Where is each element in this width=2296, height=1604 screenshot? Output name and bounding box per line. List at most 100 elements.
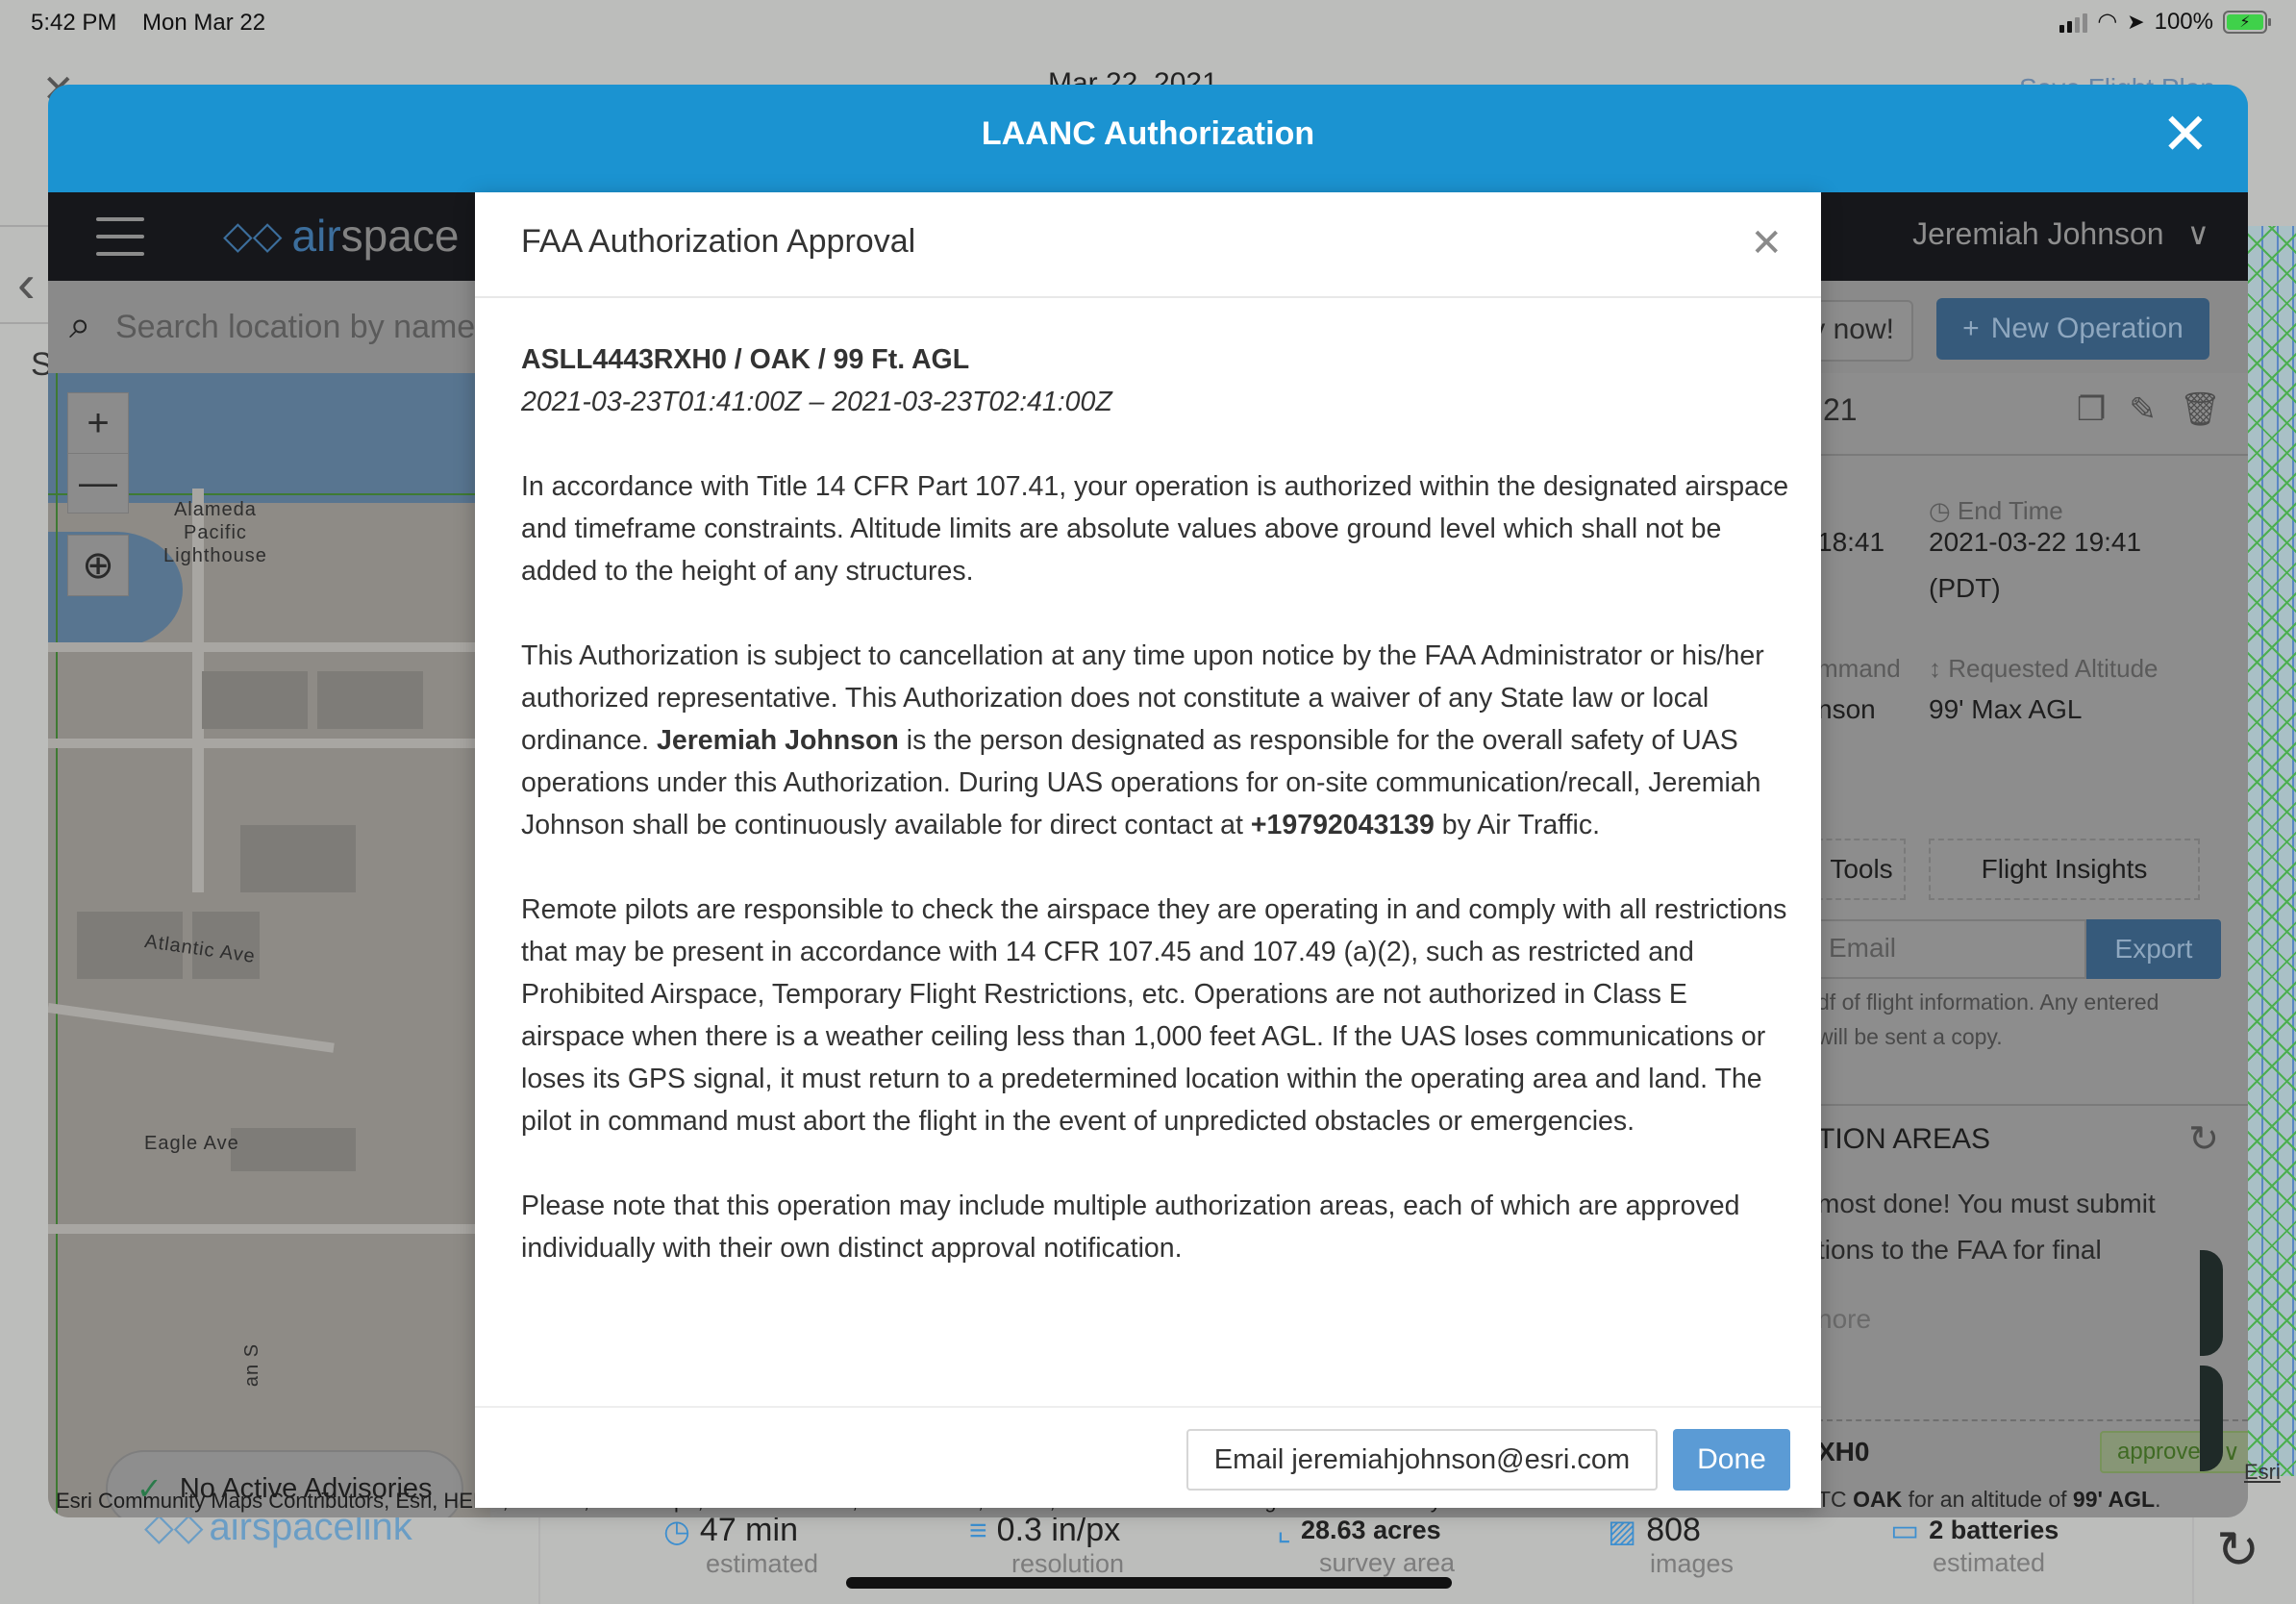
faa-approval-dialog: FAA Authorization Approval ✕ ASLL4443RXH… [475,192,1821,1508]
clock-icon: ◷ [663,1513,690,1548]
laanc-title: LAANC Authorization [981,115,1315,152]
map-building [240,825,356,892]
user-menu[interactable]: Jeremiah Johnson ∨ [1912,215,2209,252]
stat-label: survey area [1319,1548,1456,1577]
zoom-in-button[interactable]: + [68,393,128,453]
side-tab[interactable] [2200,1250,2223,1356]
esri-link[interactable]: Esri [2244,1460,2281,1485]
map-street-label: Eagle Ave [144,1133,239,1154]
end-time-value: 2021-03-22 19:41 (PDT) [1929,519,2141,612]
resolution-icon: ≡ [969,1513,987,1547]
authorization-paragraph: In accordance with Title 14 CFR Part 107… [521,471,1789,587]
note-line: tions to the FAA for final [1817,1235,2102,1265]
search-icon: ⌕ [69,304,91,346]
desc-altitude: 99' AGL [2072,1487,2156,1512]
flight-insights-button[interactable]: Flight Insights [1929,839,2200,900]
locate-control: ⊕ [67,535,129,596]
close-icon[interactable]: ✕ [2161,106,2209,163]
hamburger-menu-icon[interactable] [96,217,144,256]
map-view[interactable]: Alameda Pacific Lighthouse Atlantic Ave … [48,373,490,1517]
map-poi-label: Alameda Pacific Lighthouse [163,498,267,567]
map-road [48,642,490,652]
map-road [48,1003,335,1053]
new-operation-label: New Operation [1990,313,2184,344]
export-note: df of flight information. Any entered wi… [1817,985,2231,1054]
vertical-arrows-icon: ↕ [1929,654,1949,683]
submission-note: most done! You must submit tions to the … [1817,1181,2156,1273]
altitude-value: 99' Max AGL [1929,694,2083,724]
dialog-title: FAA Authorization Approval [521,223,916,260]
logo-text-part2: space [340,211,460,261]
copy-icon[interactable]: ❐ [2077,390,2106,429]
stat-survey-area: ⌞ 28.63 acres survey area [1277,1512,1455,1578]
plus-icon: + [1962,313,1980,344]
authorization-paragraph: Remote pilots are responsible to check t… [521,894,1787,1137]
desc-text: for an altitude of [1902,1487,2073,1512]
status-time: 5:42 PM [31,10,117,36]
map-boundary-line [56,373,58,1517]
images-icon: ▨ [1608,1513,1637,1548]
status-badge[interactable]: approved ∨ [2100,1431,2248,1473]
dialog-body: ASLL4443RXH0 / OAK / 99 Ft. AGL 2021-03-… [521,338,1790,1312]
refresh-icon[interactable]: ↻ [2188,1117,2219,1161]
tools-button[interactable]: Tools [1817,839,1906,900]
map-road [48,739,490,748]
operation-date: 21 [1823,392,1858,427]
stat-images: ▨ 808 images [1608,1512,1734,1579]
edit-icon[interactable]: ✎ [2129,390,2157,429]
trash-icon[interactable]: 🗑︎ [2180,390,2221,429]
done-button[interactable]: Done [1673,1429,1790,1491]
cellular-signal-icon [2059,12,2088,33]
pilot-value: nson [1817,694,1876,724]
email-approval-button[interactable]: Email jeremiahjohnson@esri.com [1186,1429,1658,1491]
new-operation-button[interactable]: + New Operation [1936,298,2209,360]
map-building [317,671,423,729]
end-time-date: 2021-03-22 19:41 [1929,527,2142,557]
stat-label: images [1650,1549,1734,1578]
authorization-paragraph: This Authorization is subject to cancell… [521,635,1790,846]
export-button[interactable]: Export [2086,919,2221,979]
battery-percent: 100% [2154,8,2213,35]
undo-icon[interactable]: ↻ [2216,1519,2259,1580]
back-chevron-icon[interactable]: ‹ [17,252,36,314]
divider [538,1515,540,1604]
search-input[interactable] [115,298,519,356]
note-line: df of flight information. Any entered [1817,990,2159,1015]
map-label-line: Lighthouse [163,545,267,566]
status-date: Mon Mar 22 [142,10,266,36]
crosshair-icon[interactable]: ⊕ [68,536,128,595]
wifi-icon: ◠ [2097,9,2118,35]
pilot-phone: +19792043139 [1250,810,1435,840]
authorization-time-window: 2021-03-23T01:41:00Z – 2021-03-23T02:41:… [521,387,1112,417]
end-time-tz: (PDT) [1929,573,2001,603]
stat-value: 28.63 acres [1301,1515,1441,1544]
note-line: will be sent a copy. [1817,1024,2003,1049]
zoom-out-button[interactable]: — [68,453,128,513]
stat-label: resolution [1011,1549,1125,1578]
divider [2192,1515,2194,1604]
label-text: Requested Altitude [1948,654,2159,683]
altitude-label: ↕ Requested Altitude [1929,654,2159,684]
operation-details-panel: 21 ❐ ✎ 🗑︎ ◷ End Time 18:41 2021-03-22 19… [1817,373,2248,1517]
learn-more-link[interactable]: nore [1817,1304,1871,1335]
logo-mark-icon: ◇◇ [223,214,283,257]
side-tab[interactable] [2200,1366,2223,1471]
dialog-header: FAA Authorization Approval ✕ [475,192,1821,298]
battery-icon: ⚡ [2223,10,2271,34]
zoom-controls: + — [67,392,129,514]
authorization-areas-heading: TION AREAS [1817,1123,1991,1155]
start-time-value: 18:41 [1817,527,1885,557]
export-email-input[interactable]: Email [1817,919,2086,979]
user-name: Jeremiah Johnson [1912,215,2164,251]
map-label-line: Alameda [173,499,257,520]
operation-actions: ❐ ✎ 🗑︎ [2077,390,2221,429]
authorization-reference: ASLL4443RXH0 / OAK / 99 Ft. AGL [521,344,970,375]
map-building [231,1128,356,1171]
divider [1817,1419,2248,1421]
stat-label: estimated [706,1549,819,1578]
background-map-pattern [2248,226,2296,1476]
stat-label: estimated [1933,1548,2046,1577]
close-icon[interactable]: ✕ [1750,221,1783,265]
home-indicator[interactable] [846,1577,1452,1589]
note-line: most done! You must submit [1817,1189,2156,1218]
